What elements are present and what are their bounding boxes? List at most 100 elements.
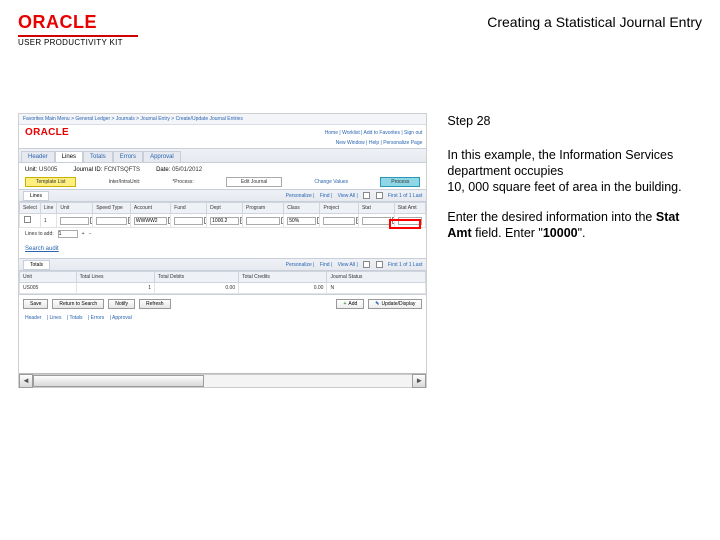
personalize-link[interactable]: Personalize (286, 193, 312, 199)
entry-value: 10000 (543, 226, 578, 240)
lines-to-add-input[interactable] (58, 230, 78, 238)
unit-value: US005 (39, 167, 57, 173)
col-dept[interactable]: Dept (207, 203, 243, 214)
download-icon[interactable] (376, 192, 383, 199)
breadcrumb: Favorites Main Menu > General Ledger > J… (23, 116, 243, 122)
col2-totallines[interactable]: Total Lines (76, 272, 154, 283)
col2-unit[interactable]: Unit (20, 272, 77, 283)
cell2-credits: 0.00 (239, 283, 327, 294)
table-row: 1 Q Q Q Q Q Q Q Q Q (20, 214, 426, 228)
cell-account-input[interactable] (134, 217, 167, 225)
col2-debits[interactable]: Total Debits (155, 272, 239, 283)
journalid-value: FCNTSQFTS (104, 167, 140, 173)
col-line[interactable]: Line (40, 203, 56, 214)
tab-totals[interactable]: Totals (83, 151, 113, 162)
lines-grid-header: Lines Personalize | Find | View All | Fi… (19, 189, 426, 202)
scroll-track[interactable] (33, 374, 412, 388)
add-line-icon[interactable]: + (82, 231, 85, 237)
table-row: US005 1 0.00 0.00 N (20, 283, 426, 294)
col-statamt[interactable]: Stat Amt (394, 203, 426, 214)
foot-totals[interactable]: Totals (69, 315, 82, 321)
refresh-button[interactable]: Refresh (139, 299, 171, 309)
date-label: Date: (156, 167, 170, 173)
col2-status[interactable]: Journal Status (327, 272, 426, 283)
logo-divider (18, 35, 138, 37)
col-account[interactable]: Account (130, 203, 170, 214)
tab-lines[interactable]: Lines (55, 151, 83, 162)
personalize-link[interactable]: Personalize (286, 262, 312, 268)
oracle-upk-logo: ORACLE USER PRODUCTIVITY KIT (18, 12, 138, 47)
highlight-callout (389, 219, 421, 229)
foot-approval[interactable]: Approval (112, 315, 132, 321)
update-display-button[interactable]: ✎Update/Display (368, 299, 422, 309)
find-link[interactable]: Find (320, 262, 330, 268)
search-audit-link[interactable]: Search audit (19, 240, 65, 258)
totals-grid: Unit Total Lines Total Debits Total Cred… (19, 271, 426, 294)
scroll-left-icon[interactable]: ◄ (19, 374, 33, 388)
cell2-status: N (327, 283, 426, 294)
col-speedtype[interactable]: Speed Type (93, 203, 131, 214)
lines-grid: Select Line Unit Speed Type Account Fund… (19, 202, 426, 228)
tab-errors[interactable]: Errors (113, 151, 143, 162)
notify-button[interactable]: Notify (108, 299, 135, 309)
col-unit[interactable]: Unit (57, 203, 93, 214)
app-utility-links[interactable]: Home | Worklist | Add to Favorites | Sig… (325, 130, 423, 136)
scroll-right-icon[interactable]: ► (412, 374, 426, 388)
viewall-link[interactable]: View All (338, 262, 355, 268)
col2-credits[interactable]: Total Credits (239, 272, 327, 283)
cell-class-input[interactable] (287, 217, 316, 225)
download-icon[interactable] (376, 261, 383, 268)
add-button[interactable]: +Add (336, 299, 364, 309)
col-program[interactable]: Program (243, 203, 284, 214)
col-project[interactable]: Project (320, 203, 359, 214)
product-name: USER PRODUCTIVITY KIT (18, 38, 123, 47)
process-button[interactable]: Process (380, 177, 420, 187)
oracle-wordmark: ORACLE (18, 12, 97, 33)
cell-line: 1 (40, 214, 56, 228)
interunit-label: Inter/IntraUnit: (109, 179, 141, 185)
viewall-link[interactable]: View All (338, 193, 355, 199)
footer-tab-links: Header | Lines | Totals | Errors | Appro… (19, 313, 426, 323)
tab-header[interactable]: Header (21, 151, 55, 162)
instruction-panel: Step 28 In this example, the Information… (447, 113, 702, 388)
tab-approval[interactable]: Approval (143, 151, 181, 162)
cell2-lines: 1 (76, 283, 154, 294)
step-label: Step 28 (447, 113, 702, 129)
scroll-thumb[interactable] (33, 375, 204, 387)
zoom-icon[interactable] (363, 192, 370, 199)
foot-header[interactable]: Header (25, 315, 41, 321)
horizontal-scrollbar[interactable]: ◄ ► (19, 373, 426, 387)
cell-stat-input[interactable] (362, 217, 391, 225)
cell-unit-input[interactable] (60, 217, 89, 225)
date-value: 05/01/2012 (172, 167, 202, 173)
cell-dept-input[interactable] (210, 217, 239, 225)
change-values-link[interactable]: Change Values (314, 179, 348, 185)
cell-speedtype-input[interactable] (96, 217, 127, 225)
app-screenshot: Favorites Main Menu > General Ledger > J… (18, 113, 427, 388)
cell-fund-input[interactable] (174, 217, 203, 225)
totals-section-label: Totals (23, 260, 50, 270)
journalid-label: Journal ID: (73, 167, 102, 173)
col-fund[interactable]: Fund (171, 203, 207, 214)
cell-project-input[interactable] (323, 217, 355, 225)
remove-line-icon[interactable]: − (89, 231, 92, 237)
save-button[interactable]: Save (23, 299, 48, 309)
foot-errors[interactable]: Errors (91, 315, 105, 321)
plus-icon: + (343, 301, 346, 307)
template-list-button[interactable]: Template List (25, 177, 76, 187)
col-class[interactable]: Class (284, 203, 320, 214)
cell2-unit: US005 (20, 283, 77, 294)
cell-program-input[interactable] (246, 217, 280, 225)
col-select[interactable]: Select (20, 203, 41, 214)
unit-label: Unit: (25, 167, 37, 173)
update-icon: ✎ (375, 301, 379, 307)
process-select[interactable]: Edit Journal (226, 177, 282, 187)
lines-to-add-label: Lines to add: (25, 231, 54, 237)
row-checkbox[interactable] (24, 216, 31, 223)
foot-lines[interactable]: Lines (49, 315, 61, 321)
app-subtoolbar[interactable]: New Window | Help | Personalize Page (19, 140, 426, 148)
return-button[interactable]: Return to Search (52, 299, 104, 309)
find-link[interactable]: Find (320, 193, 330, 199)
col-stat[interactable]: Stat (358, 203, 394, 214)
zoom-icon[interactable] (363, 261, 370, 268)
